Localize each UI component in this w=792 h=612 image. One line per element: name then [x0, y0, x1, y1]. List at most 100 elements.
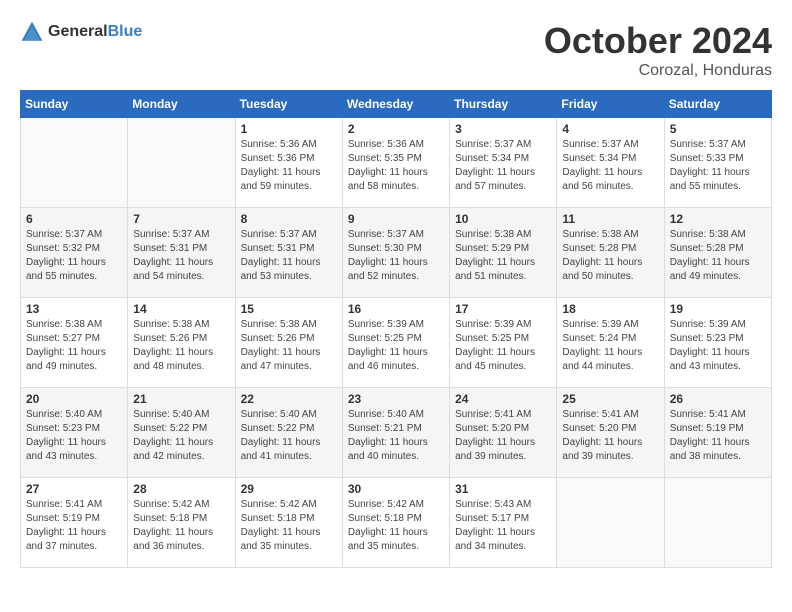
- daylight-text: Daylight: 11 hours and 48 minutes.: [133, 347, 213, 372]
- calendar-cell: 3 Sunrise: 5:37 AM Sunset: 5:34 PM Dayli…: [450, 118, 557, 208]
- day-number: 9: [348, 212, 444, 226]
- daylight-text: Daylight: 11 hours and 39 minutes.: [562, 437, 642, 462]
- sunrise-text: Sunrise: 5:37 AM: [670, 139, 746, 150]
- sunrise-text: Sunrise: 5:38 AM: [241, 319, 317, 330]
- day-info: Sunrise: 5:42 AM Sunset: 5:18 PM Dayligh…: [133, 498, 229, 554]
- calendar-cell: 30 Sunrise: 5:42 AM Sunset: 5:18 PM Dayl…: [342, 478, 449, 568]
- day-number: 29: [241, 482, 337, 496]
- daylight-text: Daylight: 11 hours and 49 minutes.: [670, 257, 750, 282]
- sunrise-text: Sunrise: 5:37 AM: [562, 139, 638, 150]
- page-header: GeneralBlue October 2024 Corozal, Hondur…: [20, 20, 772, 80]
- day-number: 22: [241, 392, 337, 406]
- calendar-cell: 31 Sunrise: 5:43 AM Sunset: 5:17 PM Dayl…: [450, 478, 557, 568]
- location-title: Corozal, Honduras: [544, 62, 772, 80]
- daylight-text: Daylight: 11 hours and 45 minutes.: [455, 347, 535, 372]
- sunset-text: Sunset: 5:19 PM: [26, 513, 100, 524]
- sunset-text: Sunset: 5:17 PM: [455, 513, 529, 524]
- calendar-cell: 2 Sunrise: 5:36 AM Sunset: 5:35 PM Dayli…: [342, 118, 449, 208]
- sunrise-text: Sunrise: 5:39 AM: [670, 319, 746, 330]
- day-number: 4: [562, 122, 658, 136]
- sunset-text: Sunset: 5:25 PM: [455, 333, 529, 344]
- day-number: 23: [348, 392, 444, 406]
- daylight-text: Daylight: 11 hours and 36 minutes.: [133, 527, 213, 552]
- daylight-text: Daylight: 11 hours and 41 minutes.: [241, 437, 321, 462]
- daylight-text: Daylight: 11 hours and 59 minutes.: [241, 167, 321, 192]
- daylight-text: Daylight: 11 hours and 47 minutes.: [241, 347, 321, 372]
- day-info: Sunrise: 5:40 AM Sunset: 5:22 PM Dayligh…: [241, 408, 337, 464]
- day-info: Sunrise: 5:40 AM Sunset: 5:23 PM Dayligh…: [26, 408, 122, 464]
- sunrise-text: Sunrise: 5:40 AM: [348, 409, 424, 420]
- sunrise-text: Sunrise: 5:42 AM: [241, 499, 317, 510]
- day-info: Sunrise: 5:39 AM Sunset: 5:24 PM Dayligh…: [562, 318, 658, 374]
- daylight-text: Daylight: 11 hours and 35 minutes.: [241, 527, 321, 552]
- day-info: Sunrise: 5:37 AM Sunset: 5:34 PM Dayligh…: [562, 138, 658, 194]
- day-info: Sunrise: 5:39 AM Sunset: 5:25 PM Dayligh…: [348, 318, 444, 374]
- calendar-cell: [664, 478, 771, 568]
- daylight-text: Daylight: 11 hours and 42 minutes.: [133, 437, 213, 462]
- calendar-cell: 24 Sunrise: 5:41 AM Sunset: 5:20 PM Dayl…: [450, 388, 557, 478]
- day-number: 3: [455, 122, 551, 136]
- sunrise-text: Sunrise: 5:37 AM: [348, 229, 424, 240]
- day-info: Sunrise: 5:37 AM Sunset: 5:33 PM Dayligh…: [670, 138, 766, 194]
- sunrise-text: Sunrise: 5:40 AM: [241, 409, 317, 420]
- calendar-cell: 13 Sunrise: 5:38 AM Sunset: 5:27 PM Dayl…: [21, 298, 128, 388]
- daylight-text: Daylight: 11 hours and 43 minutes.: [670, 347, 750, 372]
- calendar-cell: 21 Sunrise: 5:40 AM Sunset: 5:22 PM Dayl…: [128, 388, 235, 478]
- sunset-text: Sunset: 5:24 PM: [562, 333, 636, 344]
- daylight-text: Daylight: 11 hours and 37 minutes.: [26, 527, 106, 552]
- daylight-text: Daylight: 11 hours and 52 minutes.: [348, 257, 428, 282]
- calendar-cell: 7 Sunrise: 5:37 AM Sunset: 5:31 PM Dayli…: [128, 208, 235, 298]
- sunset-text: Sunset: 5:27 PM: [26, 333, 100, 344]
- calendar-cell: 29 Sunrise: 5:42 AM Sunset: 5:18 PM Dayl…: [235, 478, 342, 568]
- weekday-header-wednesday: Wednesday: [342, 91, 449, 118]
- day-info: Sunrise: 5:36 AM Sunset: 5:36 PM Dayligh…: [241, 138, 337, 194]
- sunset-text: Sunset: 5:26 PM: [241, 333, 315, 344]
- logo: GeneralBlue: [20, 20, 142, 44]
- daylight-text: Daylight: 11 hours and 46 minutes.: [348, 347, 428, 372]
- calendar-cell: 28 Sunrise: 5:42 AM Sunset: 5:18 PM Dayl…: [128, 478, 235, 568]
- logo-blue: Blue: [108, 23, 143, 40]
- day-info: Sunrise: 5:41 AM Sunset: 5:19 PM Dayligh…: [670, 408, 766, 464]
- day-number: 14: [133, 302, 229, 316]
- day-number: 2: [348, 122, 444, 136]
- month-title: October 2024: [544, 20, 772, 62]
- sunrise-text: Sunrise: 5:37 AM: [455, 139, 531, 150]
- sunrise-text: Sunrise: 5:39 AM: [348, 319, 424, 330]
- daylight-text: Daylight: 11 hours and 55 minutes.: [26, 257, 106, 282]
- daylight-text: Daylight: 11 hours and 51 minutes.: [455, 257, 535, 282]
- day-number: 19: [670, 302, 766, 316]
- calendar-cell: 23 Sunrise: 5:40 AM Sunset: 5:21 PM Dayl…: [342, 388, 449, 478]
- sunset-text: Sunset: 5:20 PM: [562, 423, 636, 434]
- weekday-header-thursday: Thursday: [450, 91, 557, 118]
- sunrise-text: Sunrise: 5:41 AM: [670, 409, 746, 420]
- sunrise-text: Sunrise: 5:36 AM: [241, 139, 317, 150]
- calendar-cell: 26 Sunrise: 5:41 AM Sunset: 5:19 PM Dayl…: [664, 388, 771, 478]
- calendar-cell: 17 Sunrise: 5:39 AM Sunset: 5:25 PM Dayl…: [450, 298, 557, 388]
- sunrise-text: Sunrise: 5:39 AM: [562, 319, 638, 330]
- sunrise-text: Sunrise: 5:41 AM: [562, 409, 638, 420]
- day-number: 21: [133, 392, 229, 406]
- day-number: 24: [455, 392, 551, 406]
- day-number: 1: [241, 122, 337, 136]
- day-info: Sunrise: 5:37 AM Sunset: 5:34 PM Dayligh…: [455, 138, 551, 194]
- sunrise-text: Sunrise: 5:38 AM: [133, 319, 209, 330]
- sunset-text: Sunset: 5:22 PM: [241, 423, 315, 434]
- calendar-cell: 15 Sunrise: 5:38 AM Sunset: 5:26 PM Dayl…: [235, 298, 342, 388]
- sunset-text: Sunset: 5:25 PM: [348, 333, 422, 344]
- calendar-week-row: 6 Sunrise: 5:37 AM Sunset: 5:32 PM Dayli…: [21, 208, 772, 298]
- sunset-text: Sunset: 5:30 PM: [348, 243, 422, 254]
- sunrise-text: Sunrise: 5:37 AM: [241, 229, 317, 240]
- sunset-text: Sunset: 5:34 PM: [562, 153, 636, 164]
- daylight-text: Daylight: 11 hours and 54 minutes.: [133, 257, 213, 282]
- day-info: Sunrise: 5:38 AM Sunset: 5:29 PM Dayligh…: [455, 228, 551, 284]
- day-info: Sunrise: 5:43 AM Sunset: 5:17 PM Dayligh…: [455, 498, 551, 554]
- day-number: 18: [562, 302, 658, 316]
- day-info: Sunrise: 5:37 AM Sunset: 5:31 PM Dayligh…: [241, 228, 337, 284]
- weekday-header-sunday: Sunday: [21, 91, 128, 118]
- day-number: 5: [670, 122, 766, 136]
- weekday-header-saturday: Saturday: [664, 91, 771, 118]
- day-number: 28: [133, 482, 229, 496]
- sunrise-text: Sunrise: 5:38 AM: [562, 229, 638, 240]
- day-info: Sunrise: 5:38 AM Sunset: 5:28 PM Dayligh…: [670, 228, 766, 284]
- calendar-cell: 14 Sunrise: 5:38 AM Sunset: 5:26 PM Dayl…: [128, 298, 235, 388]
